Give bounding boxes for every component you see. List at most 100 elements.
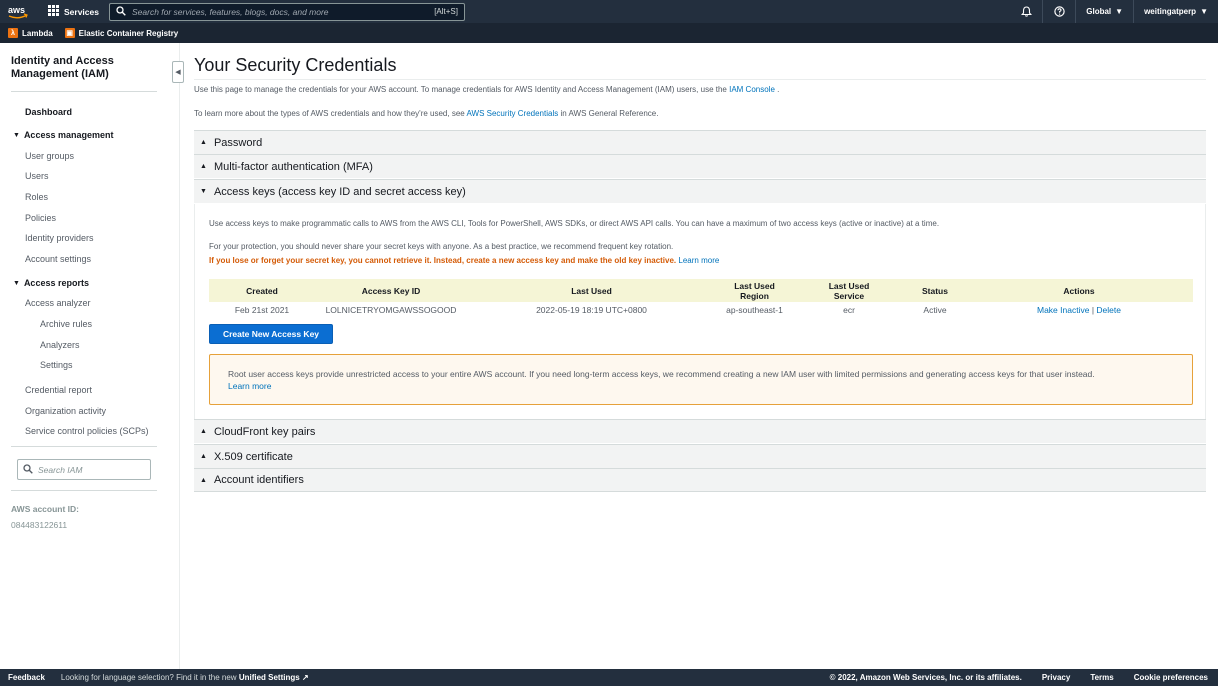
table-row: Feb 21st 2021 LOLNICETRYOMGAWSSOGOOD 202… — [209, 302, 1193, 317]
table-header-row: Created Access Key ID Last Used Last Use… — [209, 279, 1193, 302]
copyright: © 2022, Amazon Web Services, Inc. or its… — [829, 673, 1022, 682]
divider — [194, 79, 1206, 80]
region-selector[interactable]: Global ▼ — [1076, 0, 1133, 23]
language-hint-text: Looking for language selection? Find it … — [60, 673, 237, 682]
make-inactive-link[interactable]: Make Inactive — [1037, 305, 1089, 315]
grid-icon — [48, 5, 59, 18]
delete-key-link[interactable]: Delete — [1096, 305, 1121, 315]
caret-down-icon: ▼ — [13, 279, 20, 287]
global-search[interactable]: [Alt+S] — [108, 2, 465, 21]
external-link-icon: ↗ — [301, 673, 309, 682]
aws-logo[interactable]: aws — [0, 0, 36, 23]
sidebar-item-scps[interactable]: Service control policies (SCPs) — [25, 426, 149, 436]
intro-end: . — [777, 85, 780, 94]
column-header-last-used-region[interactable]: Last Used Region — [716, 279, 793, 302]
sidebar-item-identity-providers[interactable]: Identity providers — [25, 233, 94, 243]
section-mfa[interactable]: ▲ Multi-factor authentication (MFA) — [194, 154, 1206, 178]
sidebar-item-archive-rules[interactable]: Archive rules — [40, 319, 92, 329]
account-menu[interactable]: weitingatperp ▼ — [1134, 0, 1218, 23]
cell-actions: Make Inactive | Delete — [965, 302, 1193, 317]
sidebar-section-label: Access reports — [23, 278, 89, 288]
footer: Feedback Looking for language selection?… — [0, 669, 1218, 686]
privacy-link[interactable]: Privacy — [1042, 673, 1070, 682]
main-content: Your Security Credentials Use this page … — [194, 43, 1206, 669]
intro-paragraph-1: Use this page to manage the credentials … — [194, 85, 779, 94]
section-password[interactable]: ▲ Password — [194, 130, 1206, 154]
iam-console-link[interactable]: IAM Console — [729, 85, 775, 94]
section-x509-certificate[interactable]: ▲ X.509 certificate — [194, 444, 1206, 468]
sidebar-item-analyzers[interactable]: Analyzers — [40, 340, 80, 350]
column-header-last-used-service[interactable]: Last Used Service — [793, 279, 905, 302]
favorite-lambda[interactable]: λ Lambda — [8, 28, 53, 38]
chevron-down-icon: ▼ — [1115, 7, 1124, 16]
divider — [11, 91, 157, 92]
column-header-access-key-id[interactable]: Access Key ID — [315, 279, 467, 302]
section-label: CloudFront key pairs — [213, 425, 316, 438]
services-button[interactable]: Services — [48, 5, 99, 18]
sidebar-item-user-groups[interactable]: User groups — [25, 151, 74, 161]
sidebar-item-policies[interactable]: Policies — [25, 213, 56, 223]
alert-text: Root user access keys provide unrestrict… — [228, 369, 1095, 379]
terms-link[interactable]: Terms — [1090, 673, 1113, 682]
caret-down-icon: ▼ — [13, 131, 20, 139]
sidebar-section-access-management[interactable]: ▼ Access management — [13, 130, 113, 140]
section-label: Account identifiers — [213, 474, 304, 486]
aws-security-credentials-link[interactable]: AWS Security Credentials — [467, 109, 559, 118]
favorite-label: Elastic Container Registry — [78, 28, 179, 38]
column-header-created[interactable]: Created — [209, 279, 315, 302]
sidebar-title[interactable]: Identity and Access Management (IAM) — [11, 55, 151, 81]
svg-text:aws: aws — [8, 5, 25, 15]
alert-learn-more-link[interactable]: Learn more — [228, 381, 271, 391]
sidebar-item-roles[interactable]: Roles — [25, 192, 48, 202]
cell-region: ap-southeast-1 — [726, 304, 783, 315]
sidebar-item-access-analyzer[interactable]: Access analyzer — [25, 298, 91, 308]
bell-icon[interactable] — [1010, 0, 1042, 23]
section-cloudfront-key-pairs[interactable]: ▲ CloudFront key pairs — [194, 419, 1206, 443]
section-access-keys[interactable]: ▼ Access keys (access key ID and secret … — [194, 179, 1206, 203]
sidebar-item-account-settings[interactable]: Account settings — [25, 254, 91, 264]
cell-created: Feb 21st 2021 — [234, 304, 290, 315]
global-search-input[interactable] — [131, 6, 435, 17]
create-new-access-key-button[interactable]: Create New Access Key — [209, 324, 333, 344]
sidebar-item-settings[interactable]: Settings — [40, 360, 73, 370]
language-hint: Looking for language selection? Find it … — [61, 673, 309, 682]
sidebar-search-input[interactable] — [38, 464, 138, 475]
collapse-sidebar-button[interactable]: ◀ — [172, 61, 184, 83]
expand-icon: ▲ — [200, 139, 207, 146]
chevron-left-icon: ◀ — [175, 69, 181, 76]
feedback-link[interactable]: Feedback — [8, 673, 45, 682]
favorite-ecr[interactable]: ▣ Elastic Container Registry — [64, 28, 179, 38]
top-navigation: aws Services [Alt+S] Global — [0, 0, 1218, 23]
sidebar-item-organization-activity[interactable]: Organization activity — [25, 406, 106, 416]
header-line: Service — [833, 290, 865, 301]
column-header-status[interactable]: Status — [905, 279, 965, 302]
divider — [11, 446, 157, 447]
expand-icon: ▲ — [200, 428, 207, 435]
sidebar-item-dashboard[interactable]: Dashboard — [25, 107, 72, 117]
section-label: X.509 certificate — [213, 450, 293, 463]
cell-access-key-id: LOLNICETRYOMGAWSSOGOOD — [325, 304, 457, 315]
help-icon[interactable] — [1043, 0, 1075, 23]
sidebar-item-credential-report[interactable]: Credential report — [25, 385, 92, 395]
section-label: Multi-factor authentication (MFA) — [213, 160, 373, 173]
sidebar-search[interactable] — [17, 459, 151, 480]
access-keys-table: Created Access Key ID Last Used Last Use… — [209, 279, 1193, 317]
header-line: Last Used — [828, 280, 870, 291]
cookie-preferences-link[interactable]: Cookie preferences — [1134, 673, 1208, 682]
sidebar-item-users[interactable]: Users — [25, 171, 49, 181]
sidebar-section-access-reports[interactable]: ▼ Access reports — [13, 278, 89, 288]
favorite-label: Lambda — [22, 28, 53, 38]
search-shortcut: [Alt+S] — [434, 7, 458, 16]
intro-text: Use this page to manage the credentials … — [194, 85, 727, 94]
page-title: Your Security Credentials — [194, 55, 397, 75]
unified-settings-link[interactable]: Unified Settings ↗ — [239, 673, 309, 682]
learn-more-link[interactable]: Learn more — [678, 256, 719, 265]
expand-icon: ▲ — [200, 453, 207, 460]
intro-end: in AWS General Reference. — [560, 109, 659, 118]
column-header-last-used[interactable]: Last Used — [467, 279, 716, 302]
cell-service: ecr — [843, 304, 855, 315]
account-id-label: AWS account ID: — [11, 504, 80, 514]
column-header-actions: Actions — [965, 279, 1193, 302]
collapse-icon: ▼ — [200, 188, 207, 195]
section-account-identifiers[interactable]: ▲ Account identifiers — [194, 468, 1206, 492]
